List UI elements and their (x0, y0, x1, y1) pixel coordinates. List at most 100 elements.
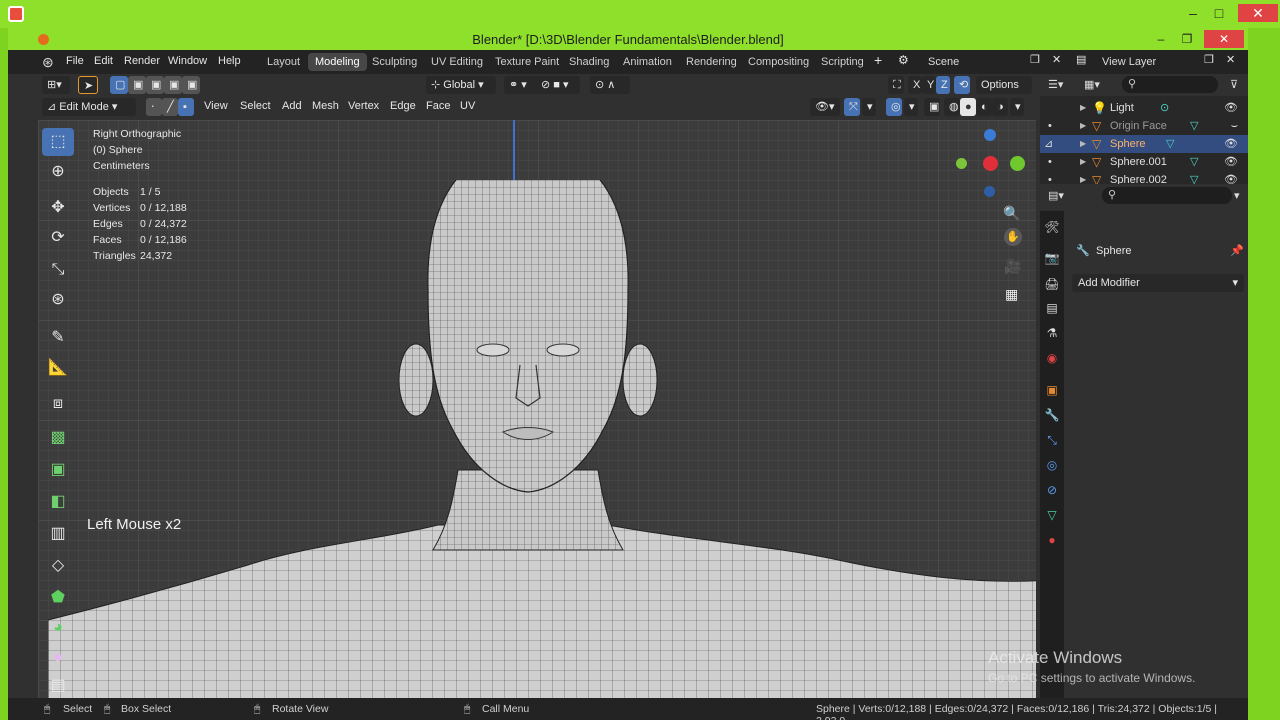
wireframe-shading-icon[interactable]: ◍ (944, 98, 960, 116)
visibility-eye-icon[interactable]: 👁 (1224, 135, 1238, 153)
face-select-mode-icon[interactable]: ▪ (178, 98, 194, 116)
view-layer-icon[interactable]: ▤ (1076, 53, 1086, 66)
select-mode-new-icon[interactable]: ▢ (110, 76, 128, 94)
solid-shading-icon[interactable]: ● (960, 98, 976, 116)
menu-uv[interactable]: UV (460, 100, 475, 112)
edge-slide-tool-icon[interactable]: ▤ (42, 672, 74, 700)
constraints-tab-icon[interactable]: ⊘ (1044, 482, 1060, 498)
tab-compositing[interactable]: Compositing (741, 53, 816, 71)
menu-edge[interactable]: Edge (390, 100, 416, 112)
select-mode-extend-icon[interactable]: ▣ (128, 76, 146, 94)
select-mode-subtract-icon[interactable]: ▣ (146, 76, 164, 94)
view-layer-name[interactable]: View Layer (1102, 53, 1156, 71)
outer-minimize-button[interactable]: – (1180, 4, 1206, 22)
scene-name[interactable]: Scene (928, 53, 959, 71)
camera-view-icon[interactable]: 🎥 (1004, 258, 1021, 275)
expand-icon[interactable]: ▶ (1080, 153, 1086, 171)
snap-icon[interactable]: ⊘ ■ ▾ (536, 76, 580, 94)
outliner-search-input[interactable]: ⚲ (1122, 76, 1218, 93)
zoom-icon[interactable]: 🔍 (1003, 205, 1020, 222)
display-mode-icon[interactable]: ▦▾ (1084, 78, 1100, 91)
menu-file[interactable]: File (66, 55, 84, 67)
tab-texture-paint[interactable]: Texture Paint (488, 53, 566, 71)
editor-type-icon[interactable]: ⊞▾ (42, 76, 70, 94)
menu-select[interactable]: Select (240, 100, 271, 112)
overlays-dropdown-icon[interactable]: ▾ (904, 98, 918, 116)
mirror-icon[interactable]: ⛶ (888, 76, 904, 94)
outliner-item-light[interactable]: ▶ 💡 Light ⊙ 👁 (1040, 99, 1248, 117)
poly-build-tool-icon[interactable]: ⬟ (42, 584, 74, 612)
visibility-eye-icon[interactable]: ⌣ (1231, 117, 1238, 135)
pan-icon[interactable]: ✋ (1004, 228, 1022, 246)
outliner-item-sphere-001[interactable]: • ▶ ▽ Sphere.001 ▽ 👁 (1040, 153, 1248, 171)
tab-shading[interactable]: Shading (562, 53, 616, 71)
outer-maximize-button[interactable]: □ (1206, 4, 1232, 22)
extrude-tool-icon[interactable]: ▩ (42, 424, 74, 452)
close-button[interactable]: ✕ (1204, 30, 1244, 48)
gizmo-icon[interactable]: ⤧ (844, 98, 860, 116)
transform-orientation-select[interactable]: ⊹ Global ▾ (426, 76, 496, 94)
outliner-item-sphere[interactable]: ⊿ ▶ ▽ Sphere ▽ 👁 (1040, 135, 1248, 153)
material-shading-icon[interactable]: ◐ (976, 98, 992, 116)
view-layer-copy-icon[interactable]: ❐ (1204, 53, 1214, 66)
material-tab-icon[interactable]: ● (1044, 532, 1060, 548)
menu-help[interactable]: Help (218, 55, 241, 67)
visibility-eye-icon[interactable]: 👁 (1224, 99, 1238, 117)
pin-icon[interactable]: 📌 (1230, 244, 1244, 257)
knife-tool-icon[interactable]: ◇ (42, 552, 74, 580)
data-tab-icon[interactable]: ▽ (1044, 507, 1060, 523)
tab-rendering[interactable]: Rendering (679, 53, 744, 71)
cursor-tool-icon[interactable]: ⊕ (42, 158, 74, 186)
tool-tab-icon[interactable]: 🛠 (1044, 219, 1060, 235)
visibility-eye-icon[interactable]: 👁 (1224, 153, 1238, 171)
filter-icon[interactable]: ⊽ (1230, 78, 1238, 91)
overlays-icon[interactable]: ◎ (886, 98, 902, 116)
maximize-button[interactable]: ❐ (1174, 30, 1200, 48)
topology-mirror-icon[interactable]: ⟲ (954, 76, 970, 94)
inset-tool-icon[interactable]: ▣ (42, 456, 74, 484)
outliner-item-origin-face[interactable]: • ▶ ▽ Origin Face ▽ ⌣ (1040, 117, 1248, 135)
outliner-type-icon[interactable]: ☰▾ (1048, 78, 1063, 91)
object-tab-icon[interactable]: ▣ (1044, 382, 1060, 398)
mesh-model[interactable] (48, 180, 1036, 698)
gizmo-z-axis-icon[interactable] (984, 129, 996, 141)
menu-face[interactable]: Face (426, 100, 450, 112)
menu-view[interactable]: View (204, 100, 228, 112)
vertex-select-mode-icon[interactable]: ⋅ (146, 98, 162, 116)
select-tool-icon[interactable]: ➤ (78, 76, 98, 94)
select-mode-intersect-icon[interactable]: ▣ (164, 76, 182, 94)
outer-close-button[interactable]: ✕ (1238, 4, 1278, 22)
add-workspace-icon[interactable]: + (874, 52, 882, 68)
expand-icon[interactable]: ▶ (1080, 99, 1086, 117)
tab-uv-editing[interactable]: UV Editing (424, 53, 490, 71)
select-box-tool-icon[interactable]: ⬚ (42, 128, 74, 156)
bevel-tool-icon[interactable]: ◧ (42, 488, 74, 516)
scene-remove-icon[interactable]: ✕ (1052, 53, 1061, 66)
add-cube-tool-icon[interactable]: ⧈ (42, 390, 74, 418)
world-tab-icon[interactable]: ◉ (1044, 350, 1060, 366)
transform-tool-icon[interactable]: ⊛ (42, 286, 74, 314)
shading-dropdown-icon[interactable]: ▾ (1010, 98, 1024, 116)
measure-tool-icon[interactable]: 📐 (42, 354, 74, 382)
menu-mesh[interactable]: Mesh (312, 100, 339, 112)
loop-cut-tool-icon[interactable]: ▥ (42, 520, 74, 548)
view-layer-remove-icon[interactable]: ✕ (1226, 53, 1235, 66)
proportional-edit-icon[interactable]: ⊙ ∧ (590, 76, 630, 94)
render-tab-icon[interactable]: 📷 (1044, 250, 1060, 266)
edge-select-mode-icon[interactable]: ╱ (162, 98, 178, 116)
smooth-tool-icon[interactable]: ● (42, 644, 74, 672)
ortho-toggle-icon[interactable]: ▦ (1005, 286, 1018, 303)
tab-scripting[interactable]: Scripting (814, 53, 871, 71)
output-tab-icon[interactable]: 🖨 (1044, 276, 1060, 292)
scale-tool-icon[interactable]: ⤡ (42, 256, 74, 284)
edit-mode-toggle-icon[interactable]: ⊿ (1044, 135, 1053, 153)
gizmo-z-neg-icon[interactable] (984, 186, 995, 197)
axis-z-toggle[interactable]: Z (936, 76, 950, 94)
select-mode-invert-icon[interactable]: ▣ (182, 76, 200, 94)
tab-layout[interactable]: Layout (260, 53, 307, 71)
spin-tool-icon[interactable]: ◕ (42, 614, 74, 642)
options-dropdown[interactable]: Options ▾ (976, 76, 1032, 109)
minimize-button[interactable]: – (1148, 30, 1174, 48)
gizmo-x-axis-icon[interactable] (983, 156, 998, 171)
rotate-tool-icon[interactable]: ⟳ (42, 224, 74, 252)
